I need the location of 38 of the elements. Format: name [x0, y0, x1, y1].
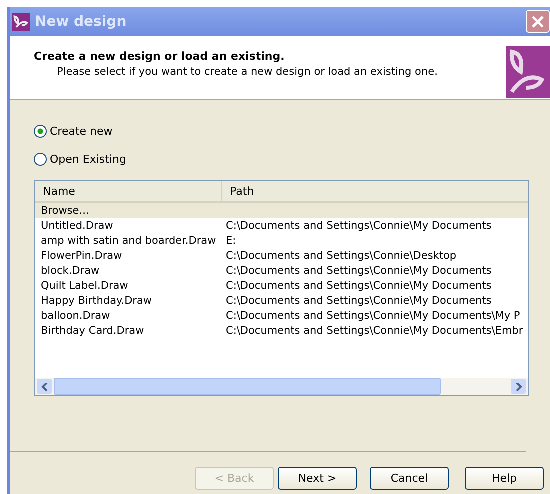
close-button[interactable]: [526, 10, 550, 33]
app-logo-icon: [506, 46, 550, 98]
header-title: Create a new design or load an existing.: [34, 50, 286, 63]
name-cell-text: Birthday Card.Draw: [41, 324, 146, 336]
scroll-thumb[interactable]: [54, 378, 441, 395]
scroll-right-icon[interactable]: [511, 379, 526, 394]
radio-label[interactable]: Create new: [50, 124, 113, 138]
scroll-left-icon[interactable]: [37, 379, 52, 394]
path-cell-text: E:: [226, 234, 238, 246]
name-cell-text: Browse...: [41, 204, 90, 216]
path-cell-text: C:\Documents and Settings\Connie\Desktop: [226, 250, 458, 262]
file-row[interactable]: Browse...: [35, 203, 528, 218]
column-header[interactable]: Path: [222, 181, 528, 201]
name-cell-text: FlowerPin.Draw: [41, 250, 124, 262]
path-cell-text: C:\Documents and Settings\Connie\My Documents: [226, 220, 493, 232]
path-cell-text: C:\Documents and Settings\Connie\My Documents\Embr: [226, 324, 524, 336]
header-subtitle: Please select if you want to create a new design or load an existing one.: [56, 66, 439, 78]
name-cell-text: Happy Birthday.Draw: [41, 294, 153, 306]
wizard-button[interactable]: Help: [465, 467, 544, 490]
name-cell-text: balloon.Draw: [41, 310, 112, 322]
radio-button[interactable]: [34, 124, 47, 138]
window-title: New design: [35, 14, 127, 30]
close-icon: [532, 16, 544, 28]
name-cell-text: Quilt Label.Draw: [41, 280, 130, 292]
path-cell-text: C:\Documents and Settings\Connie\My Documents: [226, 264, 493, 276]
column-header[interactable]: Name: [35, 181, 222, 201]
name-cell-text: Untitled.Draw: [41, 220, 114, 232]
wizard-button[interactable]: Cancel: [370, 467, 449, 490]
horizontal-scrollbar[interactable]: [35, 378, 528, 395]
name-cell-text: amp with satin and boarder.Draw: [41, 234, 218, 246]
path-cell-text: C:\Documents and Settings\Connie\My Documents\My P: [226, 310, 522, 322]
app-logo-icon: [12, 12, 30, 30]
radio-label[interactable]: Open Existing: [50, 152, 126, 166]
path-cell-text: C:\Documents and Settings\Connie\My Documents: [226, 280, 493, 292]
radio-button[interactable]: [34, 152, 47, 166]
path-cell-text: C:\Documents and Settings\Connie\My Documents: [226, 294, 493, 306]
wizard-button[interactable]: Next >: [278, 467, 357, 490]
name-cell-text: block.Draw: [41, 264, 101, 276]
